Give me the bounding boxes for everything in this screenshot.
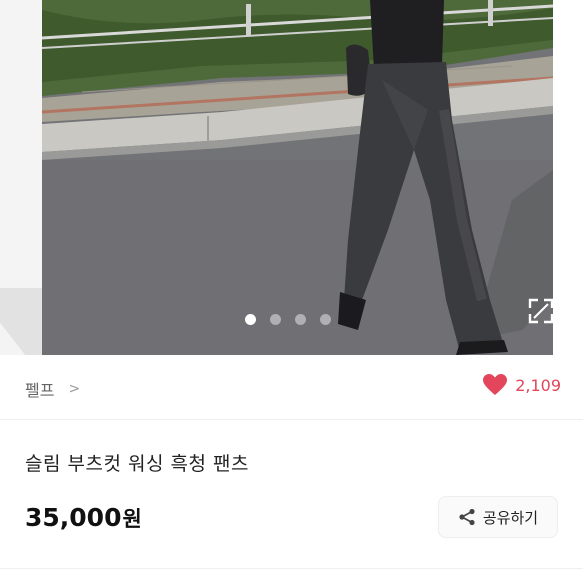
image-gallery[interactable]: [0, 0, 583, 355]
seller-name: 펠프: [25, 381, 55, 400]
share-label: 공유하기: [482, 508, 539, 527]
pagination-dot-1[interactable]: [245, 314, 256, 325]
image-pagination[interactable]: [245, 314, 331, 325]
like-count: 2,109: [515, 375, 561, 395]
price-unit: 원: [122, 507, 142, 531]
pagination-dot-2[interactable]: [270, 314, 281, 325]
pagination-dot-3[interactable]: [295, 314, 306, 325]
like-button[interactable]: 2,109: [483, 374, 561, 396]
product-photo-illustration: [42, 0, 553, 355]
product-title: 슬림 부츠컷 워싱 흑청 팬츠: [25, 453, 249, 475]
price-value: 35,000: [25, 503, 122, 532]
share-button[interactable]: 공유하기: [438, 496, 558, 538]
fullscreen-icon[interactable]: [528, 298, 554, 324]
seller-link[interactable]: 펠프 >: [25, 377, 80, 401]
seller-row: 펠프 > 2,109: [0, 355, 583, 420]
chevron-right-icon: >: [68, 381, 81, 397]
divider: [0, 568, 583, 569]
product-photo[interactable]: [42, 0, 553, 355]
pagination-dot-4[interactable]: [320, 314, 331, 325]
heart-icon: [483, 374, 508, 395]
product-price: 35,000원: [25, 503, 142, 533]
share-icon: [459, 508, 475, 526]
